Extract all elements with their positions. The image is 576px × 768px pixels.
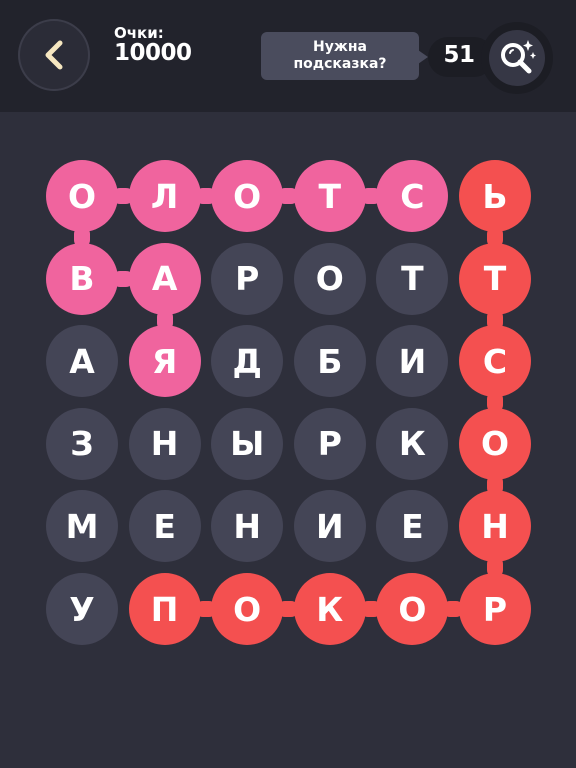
letter-cell[interactable]: К <box>376 407 449 480</box>
letter-cell[interactable]: Л <box>128 160 201 232</box>
letter-cell[interactable]: П <box>128 573 201 645</box>
letter-cell[interactable]: Р <box>459 573 531 645</box>
letter-grid: ОЛОТСЬВАРОТТАЯДБИСЗНЫРКОМЕНИЕНУПОКОР <box>0 0 576 768</box>
letter-cell[interactable]: О <box>293 242 366 315</box>
letter-cell[interactable]: С <box>376 160 449 232</box>
letter-cell[interactable]: Б <box>293 325 366 398</box>
letter-cell[interactable]: А <box>46 325 118 398</box>
letter-cell[interactable]: О <box>459 407 531 480</box>
letter-cell[interactable]: О <box>211 160 284 232</box>
letter-cell[interactable]: Н <box>459 490 531 563</box>
letter-cell[interactable]: Я <box>128 325 201 398</box>
letter-cell[interactable]: И <box>293 490 366 563</box>
letter-cell[interactable]: Т <box>293 160 366 232</box>
letter-cell[interactable]: С <box>459 325 531 398</box>
letter-cell[interactable]: К <box>293 573 366 645</box>
letter-cell[interactable]: Ы <box>211 407 284 480</box>
letter-cell[interactable]: Т <box>376 242 449 315</box>
letter-cell[interactable]: Д <box>211 325 284 398</box>
letter-cell[interactable]: И <box>376 325 449 398</box>
letter-cell[interactable]: З <box>46 407 118 480</box>
letter-cell[interactable]: О <box>376 573 449 645</box>
letter-cell[interactable]: О <box>211 573 284 645</box>
letter-cell[interactable]: О <box>46 160 118 232</box>
letter-cell[interactable]: Н <box>211 490 284 563</box>
letter-cell[interactable]: А <box>128 242 201 315</box>
letter-cell[interactable]: Р <box>293 407 366 480</box>
letter-cell[interactable]: Ь <box>459 160 531 232</box>
letter-cell[interactable]: М <box>46 490 118 563</box>
letter-cell[interactable]: Н <box>128 407 201 480</box>
letter-cell[interactable]: Е <box>128 490 201 563</box>
letter-cell[interactable]: В <box>46 242 118 315</box>
letter-cell[interactable]: Е <box>376 490 449 563</box>
letter-cell[interactable]: Р <box>211 242 284 315</box>
letter-cell[interactable]: Т <box>459 242 531 315</box>
letter-cell[interactable]: У <box>46 573 118 645</box>
